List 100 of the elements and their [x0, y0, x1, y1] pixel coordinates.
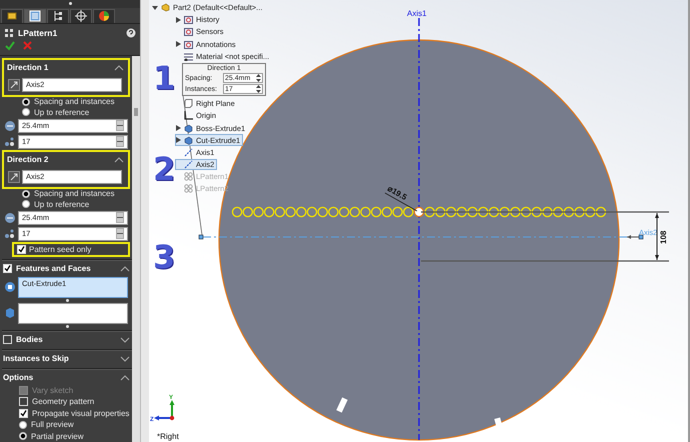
list-icon [29, 10, 41, 22]
spinner-icon[interactable] [116, 120, 124, 131]
hole-outline [446, 206, 456, 218]
hole-outline [574, 206, 585, 218]
radio-button[interactable] [22, 108, 30, 116]
seed-hole [414, 206, 424, 218]
instances-icon [4, 228, 16, 240]
axis-direction-icon [8, 78, 20, 90]
hole-outline [564, 206, 574, 218]
expand-chevron-icon[interactable] [120, 336, 130, 342]
step-number: 3 [153, 241, 176, 273]
material-icon [184, 52, 193, 61]
dimension-arrow [655, 212, 659, 260]
view-name: *Right [157, 432, 179, 441]
panel-tab[interactable] [47, 8, 69, 22]
pattern-icon [184, 172, 193, 181]
collapse-chevron-icon[interactable] [114, 64, 124, 70]
hole-outline [264, 206, 274, 218]
ok-checkmark-icon[interactable] [5, 40, 15, 50]
panel-tab[interactable] [1, 8, 23, 22]
hole-outline [360, 206, 371, 218]
section-title: Options [3, 373, 34, 382]
hole-outline [274, 206, 286, 218]
hole-outline [350, 206, 360, 218]
hole-outline [317, 206, 328, 218]
hole-outline [338, 206, 350, 218]
hole-outline [296, 206, 307, 218]
panel-tab[interactable] [70, 8, 92, 22]
section-title: Bodies [16, 335, 43, 344]
collapse-chevron-icon[interactable] [120, 374, 130, 380]
cube-icon [4, 307, 16, 319]
section-title: Instances to Skip [3, 354, 69, 363]
collapse-chevron-icon[interactable] [114, 156, 124, 162]
scrollbar[interactable] [132, 56, 140, 442]
hole-outline [370, 206, 382, 218]
checkbox[interactable] [17, 244, 26, 254]
hole-outline [510, 206, 521, 218]
checkbox[interactable] [3, 264, 12, 273]
hole-outline [584, 206, 596, 218]
feature-icon [4, 281, 16, 293]
expand-chevron-icon[interactable] [120, 356, 130, 362]
hole-outline [253, 206, 264, 218]
radio-button[interactable] [19, 432, 27, 440]
feature-tree-icon [6, 10, 18, 22]
pattern-icon [184, 184, 193, 193]
hole-outline [596, 206, 606, 218]
faces-list[interactable] [18, 302, 128, 324]
hole-outline [285, 206, 296, 218]
hole-outline [542, 206, 553, 218]
dimension-value: 108 [659, 230, 668, 244]
hole-outline [403, 206, 414, 218]
slot-notch [336, 397, 348, 413]
radio-button[interactable] [19, 420, 27, 429]
radio-button[interactable] [22, 190, 30, 198]
expand-arrow-icon[interactable] [152, 4, 158, 11]
spacing-icon [4, 120, 16, 132]
folder-icon [184, 40, 193, 49]
resize-handle[interactable] [66, 298, 68, 302]
spacing-icon [4, 212, 16, 224]
spinner-icon[interactable] [116, 228, 124, 239]
option-label: Full preview [31, 420, 74, 430]
spinner-icon[interactable] [256, 85, 261, 94]
feature-title: LPattern1 [18, 28, 58, 38]
part-icon [161, 3, 170, 12]
hole-outline [456, 206, 468, 218]
hole-outline [478, 206, 488, 218]
grip-handle[interactable] [68, 2, 72, 6]
spinner-icon[interactable] [116, 136, 124, 147]
spinner-icon[interactable] [116, 212, 124, 223]
radio-button[interactable] [22, 200, 30, 208]
plane-icon [184, 99, 193, 108]
hole-outline [499, 206, 510, 218]
checkbox-label: Propagate visual properties [32, 408, 130, 418]
axis-endpoint[interactable] [198, 234, 204, 240]
hole-outline [435, 206, 446, 218]
expand-arrow-icon[interactable] [176, 41, 181, 48]
folder-icon [184, 27, 193, 36]
resize-handle[interactable] [66, 324, 68, 328]
expand-arrow-icon[interactable] [176, 16, 181, 23]
option-label: Spacing and instances [34, 189, 114, 198]
axis-direction-icon [8, 170, 20, 182]
spinner-icon[interactable] [256, 74, 261, 82]
option-label: Up to reference [34, 200, 90, 209]
step-number: 2 [153, 153, 176, 185]
hole-outline [520, 206, 532, 218]
scroll-thumb[interactable] [134, 108, 138, 116]
hole-outline [242, 206, 254, 218]
section-title: Direction 2 [7, 155, 48, 164]
hole-outline [424, 206, 435, 218]
help-icon[interactable] [126, 28, 136, 38]
axis-label: Axis1 [407, 9, 427, 18]
diameter-dimension: ⌀19.5 [386, 184, 408, 202]
color-wheel-icon [98, 10, 110, 22]
radio-button[interactable] [22, 98, 30, 106]
folder-icon [184, 15, 193, 24]
panel-tab[interactable] [24, 8, 46, 22]
panel-tab[interactable] [93, 8, 115, 22]
checkbox-label: Pattern seed only [29, 244, 92, 254]
collapse-chevron-icon[interactable] [120, 266, 130, 272]
checkbox[interactable] [19, 408, 28, 418]
